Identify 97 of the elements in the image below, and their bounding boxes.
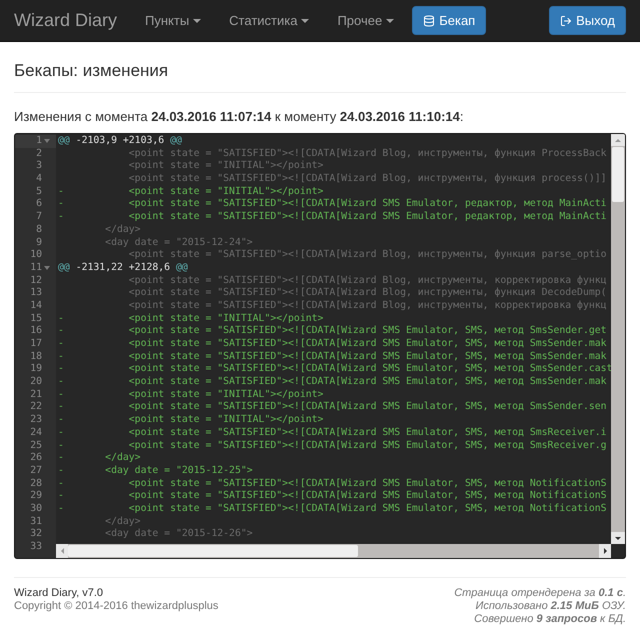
line-number: 4 [36, 173, 42, 186]
line-number: 13 [30, 287, 42, 300]
code-line: <point state = "SATISFIED"><![CDATA[Wizard Blog, инструменты, функция DecodeDump( [128, 287, 607, 298]
diff-editor[interactable] [14, 133, 626, 559]
code-line: - <point state = "SATISFIED"><![CDATA[Wizard SMS Emulator, SMS, метод NotificationS [58, 502, 607, 514]
line-number: 27 [30, 464, 42, 478]
render-stat: Использовано 2.15 МиБ ОЗУ. [474, 600, 626, 613]
line-number: 3 [36, 160, 42, 174]
caret-icon [386, 19, 394, 24]
code-line: - </day> [58, 452, 141, 464]
line-number: 6 [36, 198, 42, 212]
line-number: 17 [30, 338, 42, 351]
code-line: - <point state = "SATISFIED"><![CDATA[Wizard SMS Emulator, SMS, метод SmsSender.mak [58, 376, 607, 388]
line-number: 2 [36, 148, 42, 160]
code-line: - <point state = "SATISFIED"><![CDATA[Wizard SMS Emulator, SMS, метод SmsReceiver.g [58, 440, 607, 450]
hunk-marker: @@ [58, 262, 70, 273]
horizontal-scrollbar[interactable] [56, 544, 611, 558]
nav-menu[interactable]: Пункты [131, 10, 216, 30]
line-number: 29 [30, 490, 42, 503]
copyright-text: Copyright © 2014-2016 thewizardplusplus [14, 600, 218, 613]
logout-button[interactable]: Выход [549, 6, 626, 35]
line-number: 23 [30, 414, 42, 427]
line-number: 9 [36, 236, 42, 250]
code-line: - <point state = "SATISFIED"><![CDATA[Wizard SMS Emulator, SMS, метод SmsSender.mak [58, 338, 607, 349]
line-number: 14 [30, 300, 42, 313]
line-number: 24 [30, 426, 42, 440]
line-number: 12 [30, 274, 42, 288]
code-line: <day date = "2015-12-24"> [104, 236, 253, 248]
code-line: - <point state = "SATISFIED"><![CDATA[Wizard SMS Emulator, SMS, метод SmsSender.sen [58, 401, 607, 412]
code-line: - <point state = "SATISFIED"><![CDATA[Wizard SMS Emulator, редактор, метод MainActi [58, 198, 607, 210]
code-line: </day> [104, 224, 141, 235]
line-number: 18 [30, 350, 42, 364]
code-line: - <point state = "INITIAL"></point> [58, 414, 324, 426]
line-number: 7 [36, 211, 42, 224]
hunk-range: -2103,9 +2103,6 [76, 135, 164, 146]
line-number: 5 [36, 186, 42, 198]
code-line: - <point state = "INITIAL"></point> [58, 312, 324, 324]
render-stat: Страница отрендерена за 0.1 с. [454, 587, 626, 600]
line-number: 16 [30, 325, 42, 338]
brand-link[interactable]: Wizard Diary [14, 7, 118, 34]
code-line: <day date = "2015-12-26"> [104, 528, 253, 540]
line-number: 8 [36, 224, 42, 237]
scrollbar-thumb[interactable] [68, 545, 358, 557]
line-number: 21 [30, 388, 42, 402]
code-line: </day> [104, 516, 141, 527]
line-number: 30 [30, 502, 42, 516]
line-number: 19 [30, 363, 42, 376]
code-line: <point state = "SATISFIED"><![CDATA[Wizard Blog, инструменты, функция process()]] [128, 173, 607, 184]
caret-icon [301, 19, 310, 24]
code-line: - <point state = "SATISFIED"><![CDATA[Wizard SMS Emulator, SMS, метод NotificationS [58, 478, 607, 489]
scroll-right-icon[interactable] [604, 548, 606, 554]
line-number: 10 [30, 249, 42, 262]
line-number: 22 [30, 401, 42, 414]
summary-text: Изменения с момента 24.03.2016 11:07:14 к моменту 24.03.2016 11:10:14: [14, 108, 465, 126]
line-number: 15 [30, 312, 42, 326]
scroll-down-icon[interactable] [615, 536, 621, 540]
code-line: - <point state = "SATISFIED"><![CDATA[Wizard SMS Emulator, SMS, метод NotificationS [58, 490, 607, 502]
line-number: 31 [30, 516, 42, 528]
scroll-up-icon[interactable] [615, 138, 621, 142]
line-number: 28 [30, 478, 42, 490]
code-line: - <day date = "2015-12-25"> [58, 464, 253, 476]
nav-menu[interactable]: Статистика [215, 10, 324, 30]
hunk-range: -2131,22 +2128,6 [76, 262, 170, 273]
code-line: <point state = "INITIAL"></point> [128, 160, 324, 172]
line-number: 1 [36, 135, 42, 148]
line-number: 26 [30, 452, 42, 465]
database-icon [423, 14, 436, 26]
line-number: 33 [30, 541, 42, 554]
nav-menu[interactable]: Прочее [323, 10, 408, 30]
line-number: 32 [30, 528, 42, 542]
fold-icon[interactable] [44, 139, 50, 144]
hunk-marker: @@ [170, 135, 182, 146]
caret-icon [193, 19, 202, 24]
backup-button[interactable]: Бекап [412, 6, 486, 35]
app-version: Wizard Diary, v7.0 [14, 587, 104, 600]
code-line: - <point state = "SATISFIED"><![CDATA[Wizard SMS Emulator, редактор, метод MainActi [58, 211, 607, 222]
line-number: 25 [30, 440, 42, 452]
code-line: <point state = "SATISFIED"><![CDATA[Wizard Blog, инструменты, функция ProcessBack [128, 148, 607, 159]
scroll-left-icon[interactable] [60, 548, 64, 554]
code-line: - <point state = "INITIAL"></point> [58, 388, 324, 400]
hunk-marker: @@ [58, 135, 70, 146]
logout-icon [560, 14, 572, 26]
line-number: 11 [30, 262, 42, 275]
scrollbar-thumb[interactable] [612, 147, 624, 202]
page-title: Бекапы: изменения [14, 58, 626, 92]
hunk-marker: @@ [176, 262, 188, 273]
code-line: - <point state = "INITIAL"></point> [58, 186, 324, 197]
code-line: <point state = "SATISFIED"><![CDATA[Wizard Blog, инструменты, функция parse_optio [128, 249, 607, 260]
render-stat: Совершено 9 запросов к БД. [473, 613, 626, 626]
code-line: <point state = "SATISFIED"><![CDATA[Wizard Blog, инструменты, корректировка функц [128, 300, 607, 311]
code-line: - <point state = "SATISFIED"><![CDATA[Wizard SMS Emulator, SMS, метод SmsReceiver.i [58, 426, 607, 438]
code-line: - <point state = "SATISFIED"><![CDATA[Wizard SMS Emulator, SMS, метод SmsSender.mak [58, 350, 607, 362]
line-number: 20 [30, 376, 42, 389]
code-line: - <point state = "SATISFIED"><![CDATA[Wizard SMS Emulator, SMS, метод SmsSender.get [58, 325, 607, 336]
code-line: <point state = "SATISFIED"><![CDATA[Wizard Blog, инструменты, корректировка функц [128, 274, 607, 286]
fold-icon[interactable] [44, 266, 50, 270]
vertical-scrollbar[interactable] [611, 134, 625, 544]
